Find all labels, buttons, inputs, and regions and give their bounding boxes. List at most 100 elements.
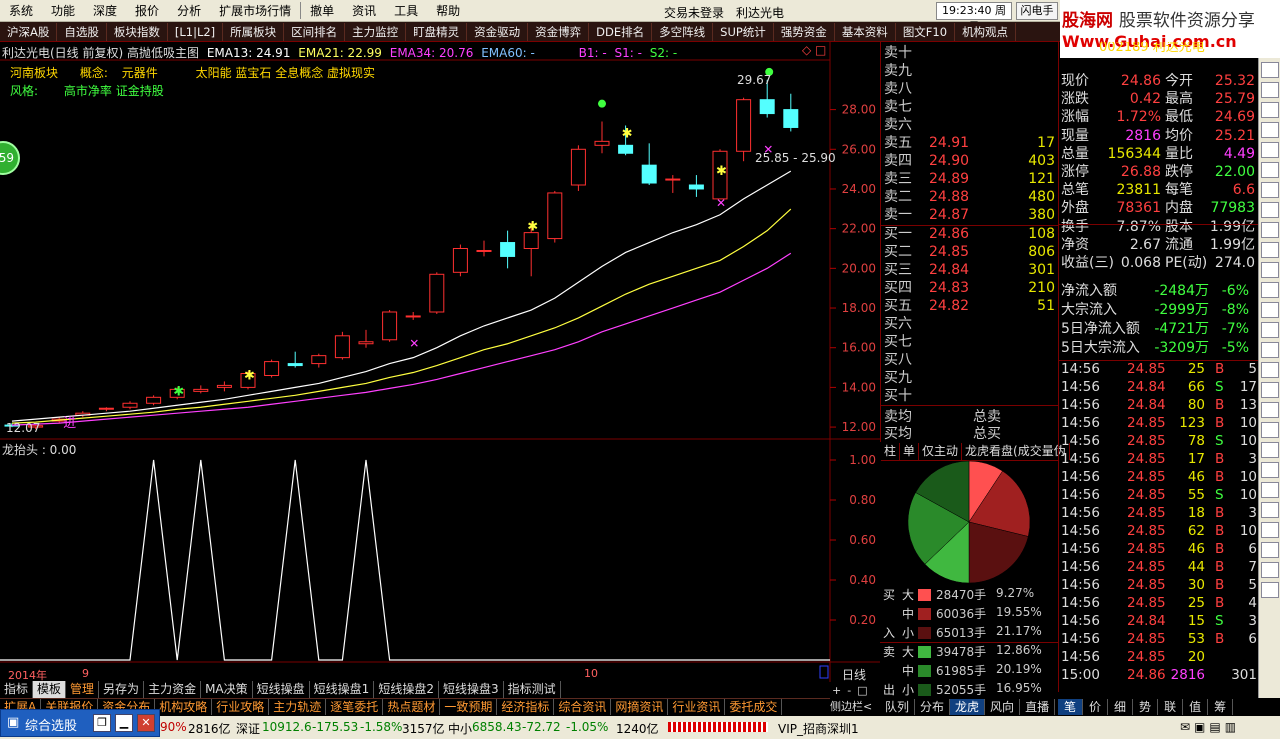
flow-tab[interactable]: 龙虎看盘(成交量伪	[962, 443, 1070, 460]
status-server[interactable]: VIP_招商深圳1	[778, 720, 859, 737]
status-tray-icons[interactable]: ✉▣▤▥	[1180, 720, 1240, 734]
buy-level[interactable]: 买四 24.83 210	[881, 279, 1059, 297]
restore-icon[interactable]: ❐	[93, 714, 111, 732]
candle-body[interactable]	[452, 248, 468, 273]
panel-tab[interactable]: 风向	[985, 699, 1021, 715]
extension-tab[interactable]: 热点题材	[383, 699, 441, 715]
toolbar-button[interactable]: 区间排名	[284, 22, 346, 41]
candle-body[interactable]	[688, 184, 704, 190]
candle-body[interactable]	[334, 335, 350, 359]
side-tool-icon[interactable]	[1261, 122, 1279, 138]
extension-tab[interactable]: 行业攻略	[212, 699, 270, 715]
side-tool-icon[interactable]	[1261, 182, 1279, 198]
side-tool-icon[interactable]	[1261, 542, 1279, 558]
indicator-tab[interactable]: MA决策	[201, 681, 253, 698]
quote-tab[interactable]: 联	[1158, 699, 1184, 715]
menu-item[interactable]: 帮助	[427, 2, 469, 19]
extension-tab[interactable]: 主力轨迹	[269, 699, 327, 715]
menu-item[interactable]: 分析	[168, 2, 210, 19]
candle-body[interactable]	[311, 355, 327, 365]
side-tool-icon[interactable]	[1261, 422, 1279, 438]
candle-body[interactable]	[193, 388, 209, 392]
sell-level[interactable]: 卖二 24.88 480	[881, 188, 1059, 206]
side-tool-icon[interactable]	[1261, 482, 1279, 498]
indicator-tab[interactable]: 指标测试	[504, 681, 561, 698]
side-tool-icon[interactable]	[1261, 262, 1279, 278]
quote-tab[interactable]: 势	[1133, 699, 1159, 715]
sell-level[interactable]: 卖五 24.91 17	[881, 134, 1059, 152]
buy-level[interactable]: 买八	[881, 351, 1059, 369]
quote-tab[interactable]: 价	[1083, 699, 1109, 715]
side-tool-icon[interactable]	[1261, 202, 1279, 218]
quote-tab[interactable]: 值	[1183, 699, 1209, 715]
toolbar-button[interactable]: 强势资金	[774, 22, 835, 41]
sell-level[interactable]: 卖一 24.87 380	[881, 206, 1059, 224]
menu-item[interactable]: 撤单	[300, 2, 343, 19]
side-tool-icon[interactable]	[1261, 62, 1279, 78]
candle-body[interactable]	[382, 311, 398, 341]
indicator-tab[interactable]: 短线操盘2	[374, 681, 439, 698]
flash-trade-button[interactable]: 闪电手	[1016, 2, 1058, 20]
side-tool-icon[interactable]	[1261, 282, 1279, 298]
side-tool-icon[interactable]	[1261, 342, 1279, 358]
toolbar-button[interactable]: 主力监控	[345, 22, 407, 41]
candle-body[interactable]	[523, 232, 539, 249]
candle-body[interactable]	[500, 242, 516, 257]
buy-level[interactable]: 买二 24.85 806	[881, 243, 1059, 261]
buy-level[interactable]: 买九	[881, 369, 1059, 387]
candle-body[interactable]	[665, 178, 681, 181]
candle-body[interactable]	[429, 273, 445, 313]
menu-item[interactable]: 系统	[0, 2, 42, 19]
panel-tab[interactable]: 队列	[880, 699, 916, 715]
extension-tab[interactable]: 委托成交	[725, 699, 783, 715]
candle-body[interactable]	[216, 384, 232, 388]
sell-level[interactable]: 卖四 24.90 403	[881, 152, 1059, 170]
indicator-tab[interactable]: 另存为	[99, 681, 145, 698]
toolbar-button[interactable]: 板块指数	[107, 22, 168, 41]
close-icon[interactable]: ✕	[137, 714, 155, 732]
indicator-tab[interactable]: 管理	[66, 681, 100, 698]
buy-level[interactable]: 买五 24.82 51	[881, 297, 1059, 315]
buy-level[interactable]: 买十	[881, 387, 1059, 405]
chart-corner-icons[interactable]: ◇ □	[802, 43, 826, 57]
toolbar-button[interactable]: 盯盘精灵	[406, 22, 468, 41]
menu-item[interactable]: 资讯	[343, 2, 385, 19]
candle-body[interactable]	[783, 109, 799, 128]
quote-tab[interactable]: 细	[1108, 699, 1134, 715]
panel-tab[interactable]: 直播	[1020, 699, 1056, 715]
candle-body[interactable]	[641, 164, 657, 184]
buy-level[interactable]: 买七	[881, 333, 1059, 351]
side-tool-icon[interactable]	[1261, 382, 1279, 398]
extension-tab[interactable]: 网摘资讯	[611, 699, 669, 715]
side-tool-icon[interactable]	[1261, 322, 1279, 338]
side-tool-icon[interactable]	[1261, 562, 1279, 578]
candle-body[interactable]	[264, 361, 280, 376]
flow-tab[interactable]: 单	[900, 443, 920, 460]
menu-item[interactable]: 工具	[385, 2, 427, 19]
toolbar-button[interactable]: 资金博弈	[528, 22, 590, 41]
kline-chart[interactable]: 28.00 26.00 24.00 22.00 20.00 18.00 16.00 14.00…	[0, 42, 880, 685]
candle-body[interactable]	[594, 140, 610, 146]
extension-tab[interactable]: 行业资讯	[668, 699, 726, 715]
side-tool-icon[interactable]	[1261, 502, 1279, 518]
buy-level[interactable]: 买六	[881, 315, 1059, 333]
extension-tab[interactable]: 一致预期	[440, 699, 498, 715]
side-tool-icon[interactable]	[1261, 82, 1279, 98]
side-tool-icon[interactable]	[1261, 142, 1279, 158]
indicator-tab[interactable]: 短线操盘1	[310, 681, 375, 698]
side-tool-icon[interactable]	[1261, 302, 1279, 318]
candle-body[interactable]	[570, 148, 586, 186]
indicator-tab[interactable]: 短线操盘	[253, 681, 310, 698]
candle-body[interactable]	[146, 396, 162, 404]
buy-level[interactable]: 买三 24.84 301	[881, 261, 1059, 279]
sell-level[interactable]: 卖八	[881, 80, 1059, 98]
side-tool-icon[interactable]	[1261, 462, 1279, 478]
stock-screener-window[interactable]: ▣ 综合选股 ❐ ▁ ✕	[0, 709, 160, 737]
candle-body[interactable]	[618, 144, 634, 154]
minimize-icon[interactable]: ▁	[115, 714, 133, 732]
extension-tab[interactable]: 机构攻略	[155, 699, 213, 715]
side-tool-icon[interactable]	[1261, 582, 1279, 598]
panel-tab[interactable]: 分布	[915, 699, 951, 715]
candle-body[interactable]	[759, 99, 775, 115]
quote-tab[interactable]: 筹	[1208, 699, 1234, 715]
